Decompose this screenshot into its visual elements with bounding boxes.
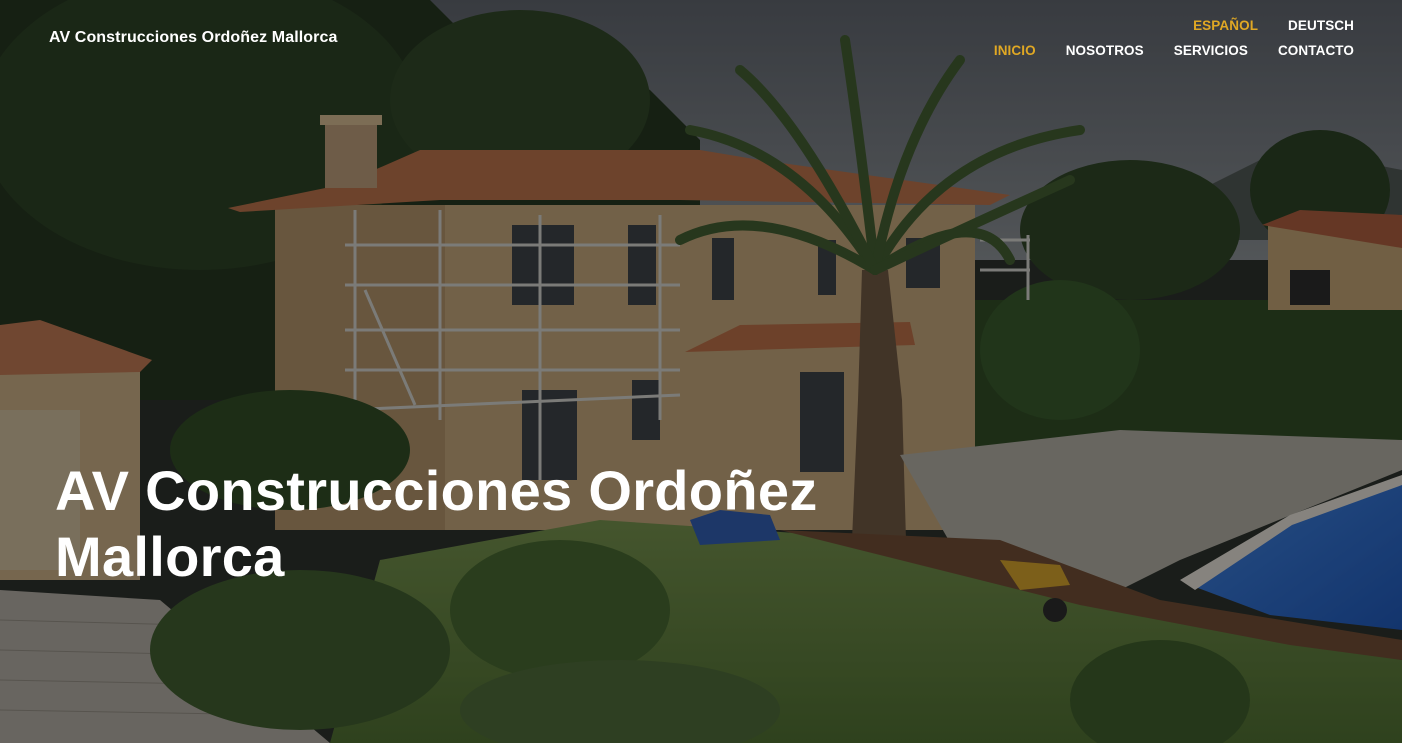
nav-item-nosotros[interactable]: NOSOTROS [1066, 43, 1144, 58]
hero-heading-line2: Mallorca [55, 525, 285, 588]
nav-item-contacto[interactable]: CONTACTO [1278, 43, 1354, 58]
main-navigation: INICIO NOSOTROS SERVICIOS CONTACTO [994, 43, 1354, 58]
hero-heading-line1: AV Construcciones Ordoñez [55, 459, 818, 522]
hero-section: AV Construcciones Ordoñez Mallorca ESPAÑ… [0, 0, 1402, 743]
nav-item-servicios[interactable]: SERVICIOS [1174, 43, 1248, 58]
hero-heading: AV Construcciones Ordoñez Mallorca [55, 458, 955, 590]
nav-item-inicio[interactable]: INICIO [994, 43, 1036, 58]
lang-espanol-link[interactable]: ESPAÑOL [1193, 18, 1258, 33]
language-switcher: ESPAÑOL DEUTSCH [1193, 18, 1354, 33]
hero-dark-overlay [0, 0, 1402, 743]
site-title-link[interactable]: AV Construcciones Ordoñez Mallorca [49, 29, 338, 47]
lang-deutsch-link[interactable]: DEUTSCH [1288, 18, 1354, 33]
